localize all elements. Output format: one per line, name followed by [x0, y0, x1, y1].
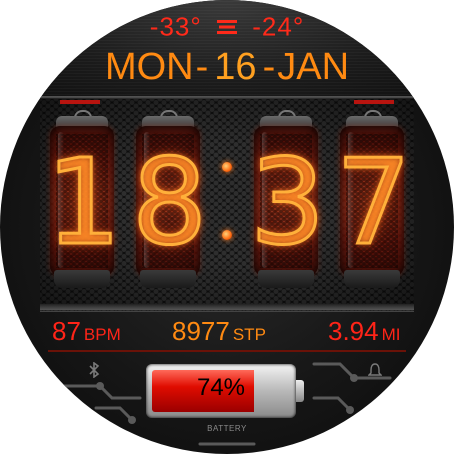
- nixie-tube-hour-ones[interactable]: 8: [131, 110, 209, 290]
- date-separator: -: [195, 46, 209, 88]
- tube-cap-bottom: [344, 270, 400, 288]
- stats-row: 87 BPM 8977 STP 3.94 MI: [0, 316, 454, 350]
- temp-low: -33°: [149, 11, 202, 42]
- bluetooth-icon[interactable]: [88, 361, 100, 381]
- accent-strip: [60, 100, 100, 104]
- steps-stat[interactable]: 8977 STP: [172, 316, 266, 347]
- panel-bottom-ledge: [40, 304, 414, 310]
- distance-unit: MI: [381, 325, 401, 344]
- hour-ones-digit: 8: [131, 133, 209, 272]
- nixie-tube-hour-tens[interactable]: 1: [45, 110, 123, 290]
- minute-tens-digit: 3: [249, 133, 327, 272]
- tube-cap-bottom: [140, 270, 196, 288]
- colon-dot-bottom: [222, 230, 232, 240]
- alarm-icon[interactable]: [367, 362, 383, 381]
- distance-value: 3.94: [328, 316, 379, 346]
- watch-face: -33° -24° MON- 16 -JAN 1 8 3 7 87 BPM 89…: [0, 0, 454, 454]
- accent-strip: [354, 100, 394, 104]
- heart-rate-stat[interactable]: 87 BPM: [52, 316, 121, 347]
- steps-unit: STP: [232, 325, 266, 344]
- battery-percent: 74%: [196, 374, 246, 401]
- battery-indicator[interactable]: 74%: [146, 364, 304, 418]
- distance-stat[interactable]: 3.94 MI: [328, 316, 401, 347]
- tube-cap-bottom: [258, 270, 314, 288]
- date-separator: -: [262, 46, 276, 88]
- day-of-month: 16: [214, 46, 257, 88]
- minute-ones-digit: 7: [335, 133, 413, 272]
- weather-row[interactable]: -33° -24°: [0, 10, 454, 43]
- date-row[interactable]: MON- 16 -JAN: [0, 46, 454, 89]
- steps-value: 8977: [172, 316, 230, 346]
- battery-tip: [296, 380, 304, 402]
- hour-tens-digit: 1: [45, 133, 123, 272]
- temp-high: -24°: [252, 11, 305, 42]
- weekday: MON: [104, 46, 194, 88]
- tube-cap-bottom: [54, 270, 110, 288]
- month: JAN: [277, 46, 350, 88]
- heart-rate-value: 87: [52, 316, 81, 346]
- heart-rate-unit: BPM: [83, 325, 121, 344]
- nixie-tube-minute-ones[interactable]: 7: [335, 110, 413, 290]
- wind-icon: [217, 20, 237, 35]
- battery-label: BATTERY: [207, 424, 247, 433]
- nixie-tube-minute-tens[interactable]: 3: [249, 110, 327, 290]
- colon-dot-top: [222, 162, 232, 172]
